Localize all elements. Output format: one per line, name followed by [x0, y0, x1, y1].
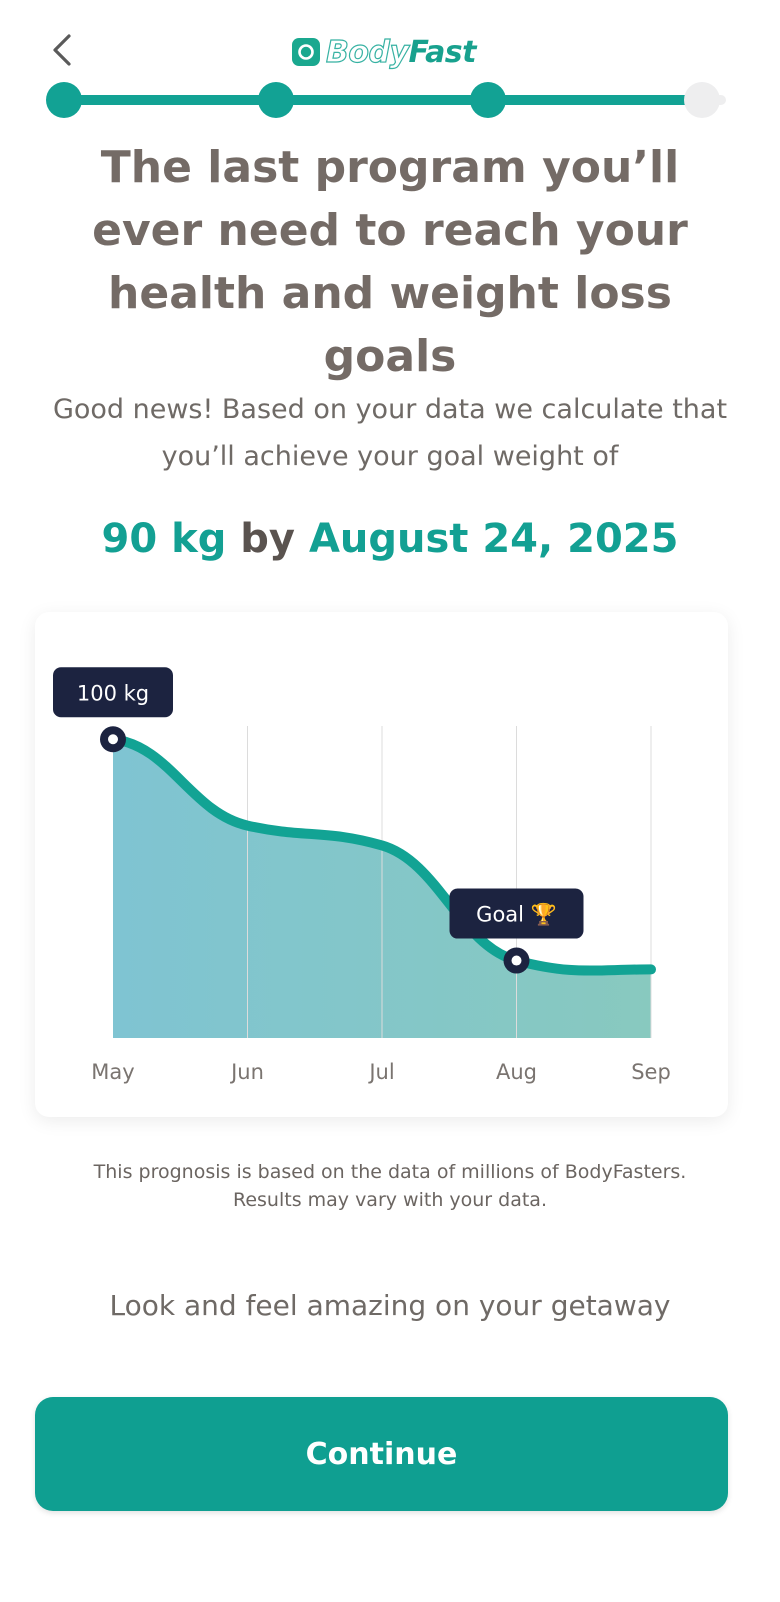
tooltip-label: Goal 🏆 — [476, 902, 557, 927]
x-tick-label-aug: Aug — [496, 1060, 537, 1084]
chart-annotation-start: 100 kg — [53, 667, 173, 753]
progress-step-1 — [46, 82, 82, 118]
progress-step-3 — [470, 82, 506, 118]
data-point-marker-center — [108, 734, 118, 745]
progress-fill — [62, 95, 707, 105]
tagline: Look and feel amazing on your getaway — [109, 1289, 671, 1322]
x-tick-label-may: May — [91, 1060, 134, 1084]
chart-canvas: May Jun Jul Aug Sep 100 kg Goal 🏆 — [53, 667, 671, 1084]
page-title: The last program you’ll ever need to rea… — [92, 142, 688, 382]
logo-text-body: Body — [325, 34, 409, 70]
x-tick-label-sep: Sep — [631, 1060, 671, 1084]
tooltip-label: 100 kg — [77, 681, 149, 705]
data-point-marker-center — [511, 955, 522, 966]
prognosis-note-line2: Results may vary with your data. — [232, 1189, 547, 1211]
x-tick-label-jun: Jun — [229, 1060, 264, 1084]
progress-bar — [46, 82, 736, 118]
progress-step-2 — [258, 82, 294, 118]
back-button[interactable] — [40, 28, 84, 72]
chevron-left-icon — [53, 34, 71, 66]
goal-connector: by — [240, 516, 296, 562]
logo-text-fast: Fast — [408, 34, 477, 70]
prognosis-note-line1: This prognosis is based on the data of m… — [93, 1161, 687, 1183]
weight-forecast-chart: May Jun Jul Aug Sep 100 kg Goal 🏆 — [35, 612, 728, 1117]
bodyfast-logo-icon — [292, 38, 320, 66]
goal-summary: 90 kg by August 24, 2025 — [20, 508, 760, 570]
progress-step-4 — [684, 82, 720, 118]
brand-logo: BodyFast — [292, 32, 477, 72]
result-description: Good news! Based on your data we calcula… — [52, 394, 728, 472]
goal-weight: 90 kg — [101, 516, 227, 562]
x-tick-label-jul: Jul — [367, 1060, 394, 1084]
goal-date: August 24, 2025 — [308, 516, 679, 562]
header: BodyFast — [0, 0, 780, 140]
continue-button[interactable]: Continue — [35, 1397, 728, 1511]
prognosis-note: This prognosis is based on the data of m… — [40, 1158, 740, 1214]
